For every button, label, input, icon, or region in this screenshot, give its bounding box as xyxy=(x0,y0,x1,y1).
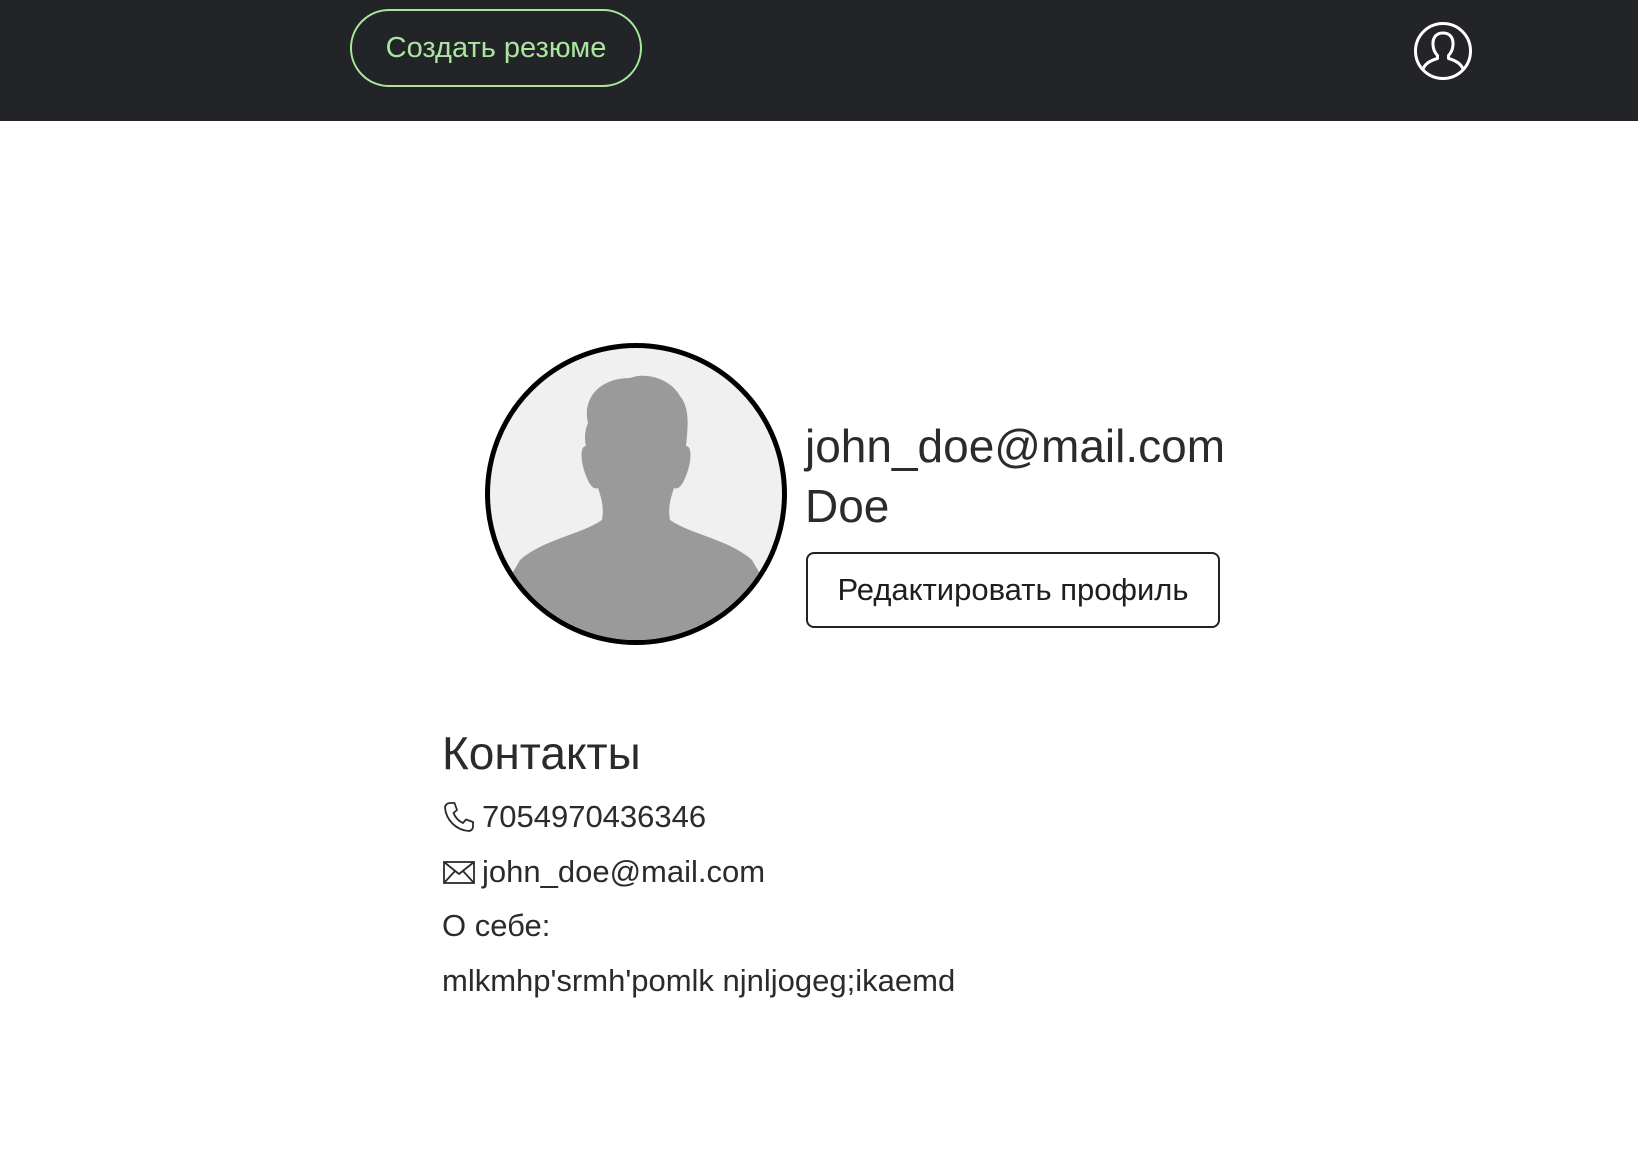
profile-surname: Doe xyxy=(805,480,890,532)
phone-number: 7054970436346 xyxy=(482,799,707,834)
about-text: mlkmhp'srmh'pomlk njnljogeg;ikaemd xyxy=(442,963,956,998)
create-resume-button[interactable]: Создать резюме xyxy=(350,9,642,87)
phone-contact: 7054970436346 xyxy=(442,797,706,837)
profile-avatar xyxy=(485,343,787,645)
phone-icon xyxy=(442,800,476,834)
email-contact: john_doe@mail.com xyxy=(442,852,765,892)
profile-email-heading: john_doe@mail.com xyxy=(805,420,1226,472)
envelope-icon xyxy=(442,855,476,889)
contacts-title: Контакты xyxy=(442,727,641,779)
user-circle-icon xyxy=(1414,22,1472,80)
edit-profile-button[interactable]: Редактировать профиль xyxy=(806,552,1220,628)
about-label: О себе: xyxy=(442,908,551,943)
contact-email: john_doe@mail.com xyxy=(482,854,766,889)
account-button[interactable] xyxy=(1413,21,1473,81)
top-navbar: Создать резюме xyxy=(0,0,1638,121)
person-silhouette-icon xyxy=(490,375,782,640)
